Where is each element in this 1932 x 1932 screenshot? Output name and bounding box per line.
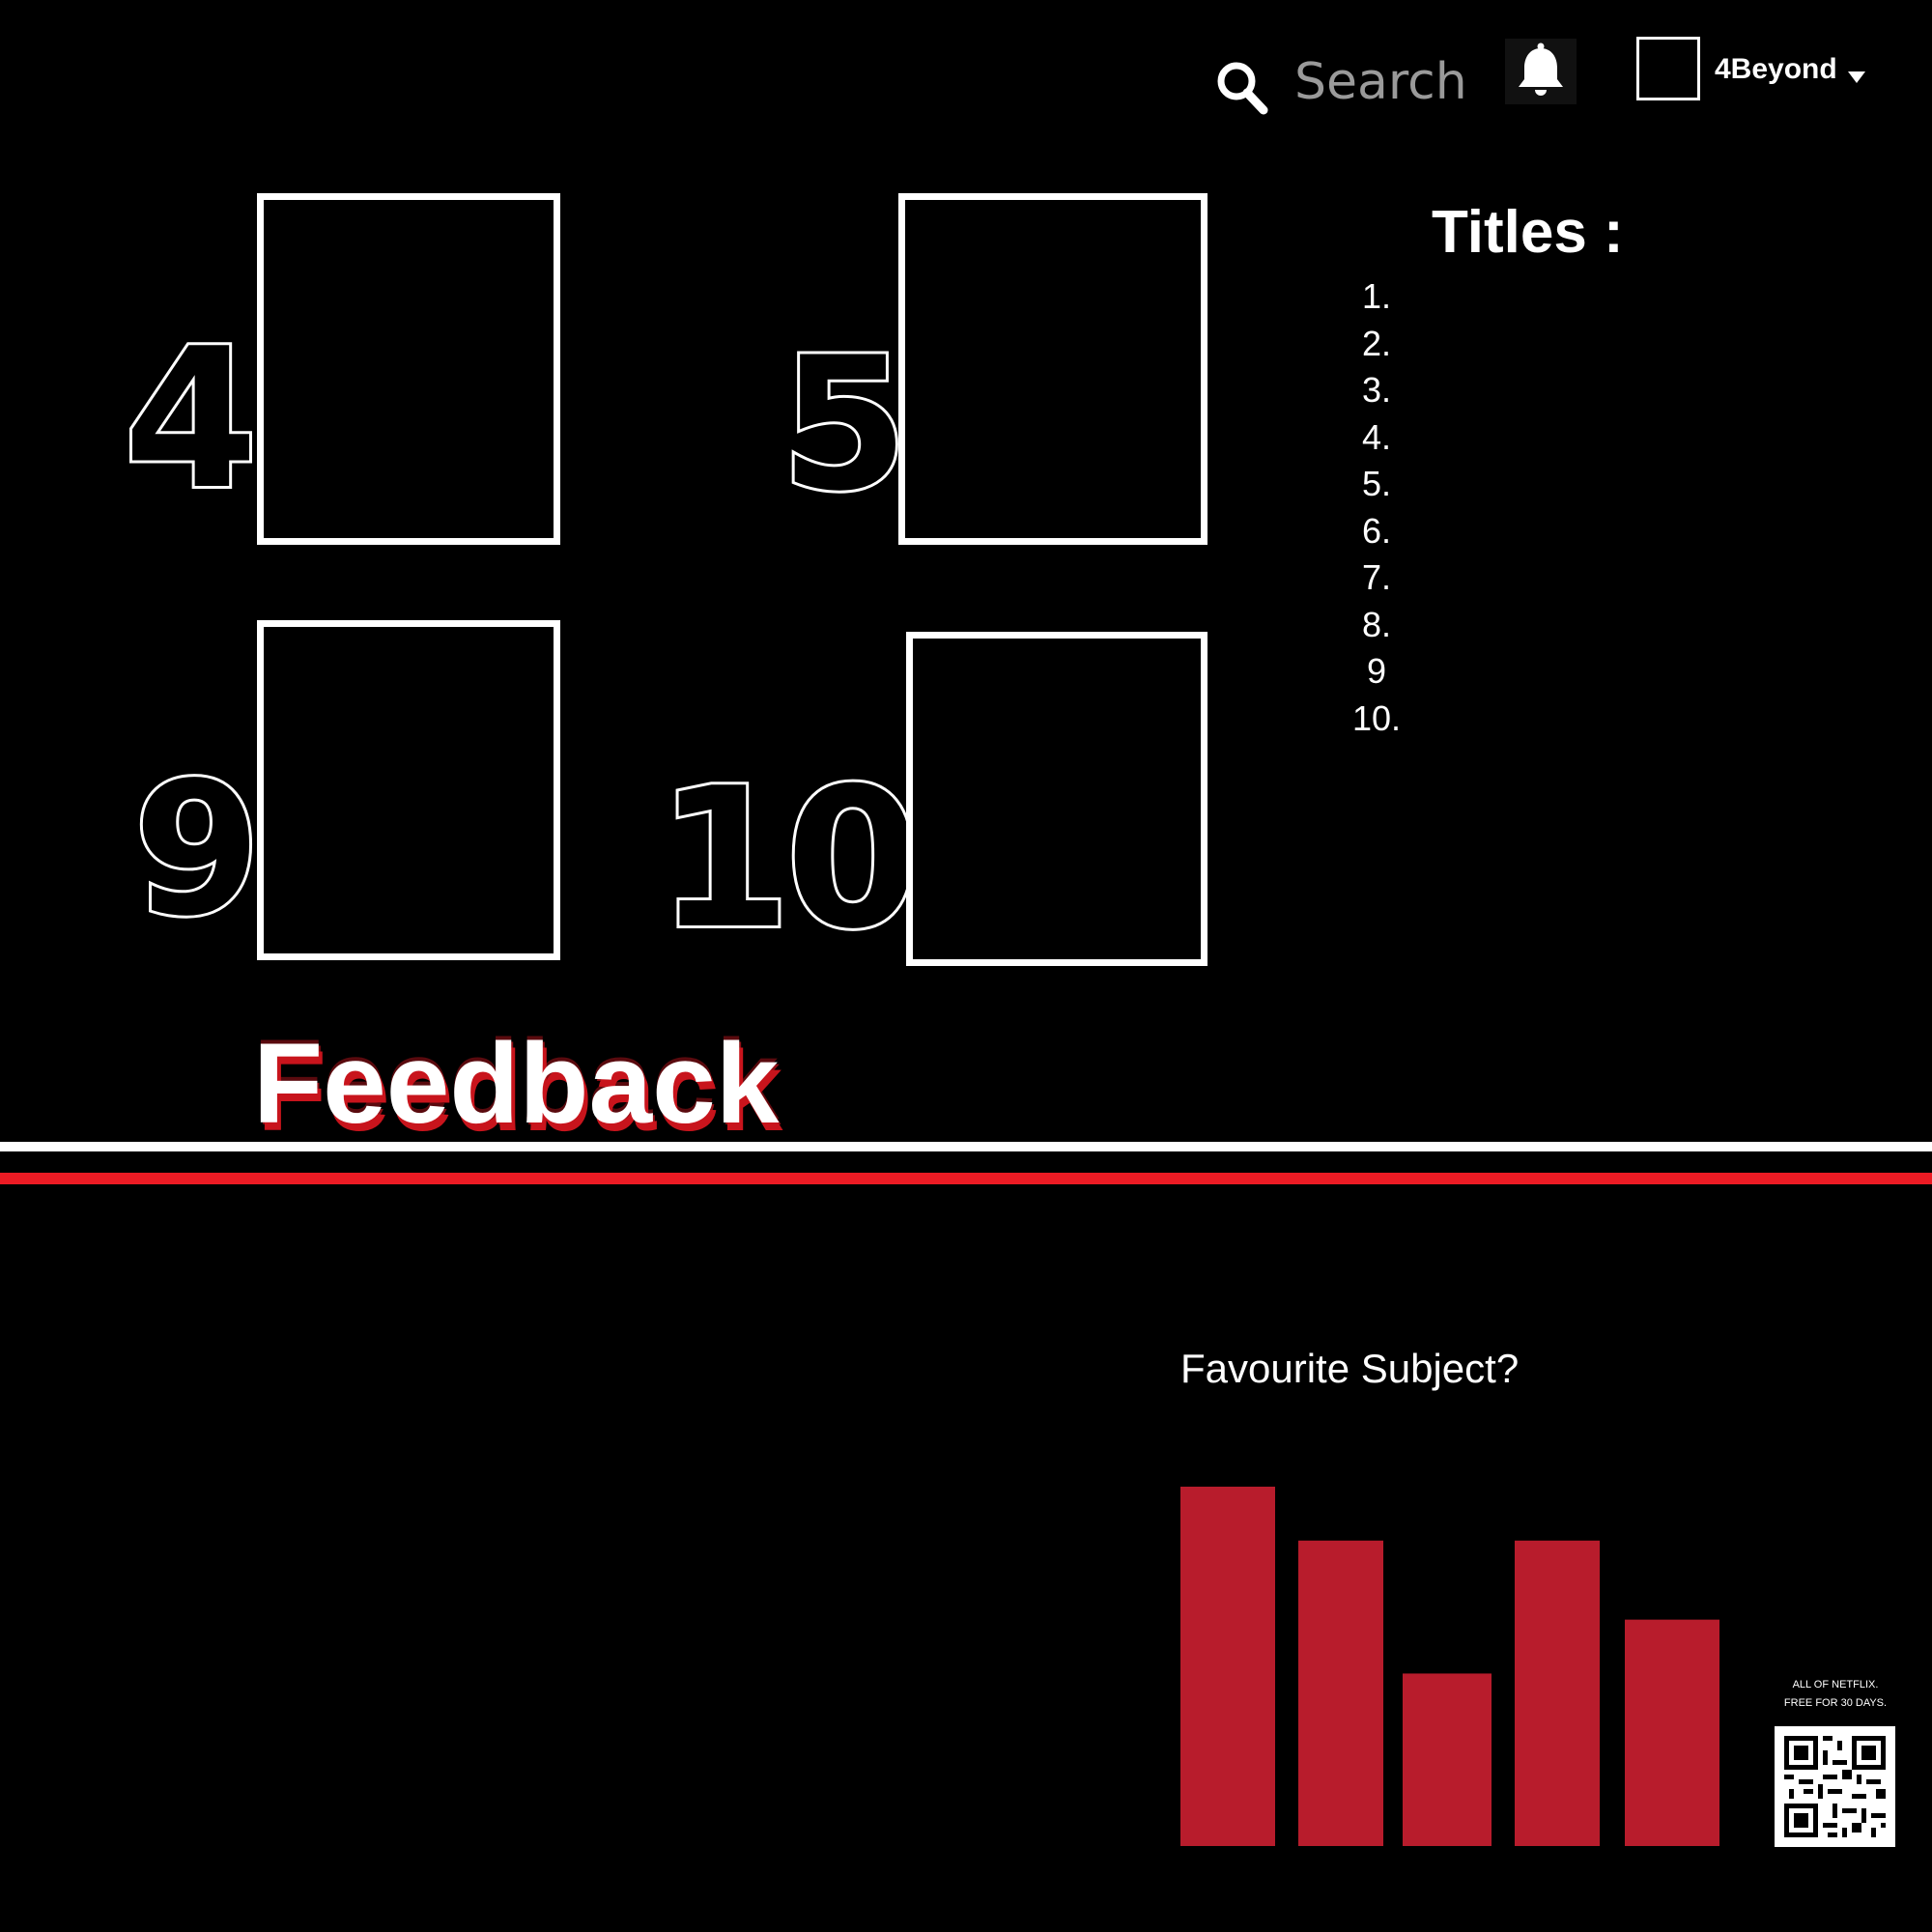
promo-text: FREE FOR 30 DAYS. <box>1783 1697 1888 1709</box>
titles-list: 1. 2. 3. 4. 5. 6. 7. 8. 9 10. <box>1333 273 1420 742</box>
avatar[interactable] <box>1636 37 1700 100</box>
qr-code-icon[interactable] <box>1775 1726 1895 1847</box>
titles-heading: Titles : <box>1432 199 1624 266</box>
list-item: 3. <box>1361 370 1392 410</box>
title-tile[interactable] <box>906 632 1208 966</box>
list-item: 7. <box>1361 557 1392 597</box>
chart-title: Favourite Subject? <box>1180 1346 1520 1391</box>
rank-number: 9 <box>130 743 264 956</box>
rank-number: 10 <box>654 747 923 972</box>
title-tile[interactable] <box>898 193 1208 545</box>
bell-icon <box>1519 43 1563 96</box>
list-item: 5. <box>1361 464 1392 503</box>
rank-number: 4 <box>121 307 261 532</box>
chart-bar <box>1515 1540 1600 1846</box>
list-item: 8. <box>1361 604 1392 644</box>
list-item: 2. <box>1361 323 1392 363</box>
feedback-heading: Feedback <box>253 1020 780 1148</box>
promo-text: ALL OF NETFLIX. <box>1792 1679 1879 1690</box>
list-item: 4. <box>1361 416 1392 457</box>
list-item: 10. <box>1351 697 1402 738</box>
chart-bar <box>1403 1673 1492 1846</box>
list-item: 9 <box>1366 651 1387 691</box>
title-tile[interactable] <box>257 193 560 545</box>
chart-bar <box>1180 1487 1275 1846</box>
list-item: 1. <box>1361 276 1392 316</box>
title-tile[interactable] <box>257 620 560 960</box>
notifications-button[interactable] <box>1505 39 1577 104</box>
caret-down-icon[interactable] <box>1847 70 1866 85</box>
list-item: 6. <box>1361 510 1392 551</box>
search-input[interactable] <box>1294 48 1478 116</box>
rank-number: 5 <box>778 318 911 531</box>
divider-accent <box>0 1173 1932 1184</box>
search-icon[interactable] <box>1215 58 1269 116</box>
chart-bar <box>1625 1619 1719 1846</box>
divider <box>0 1142 1932 1151</box>
username-label[interactable]: 4Beyond <box>1715 53 1837 86</box>
bar-chart <box>1180 1487 1719 1846</box>
chart-bar <box>1298 1540 1383 1846</box>
